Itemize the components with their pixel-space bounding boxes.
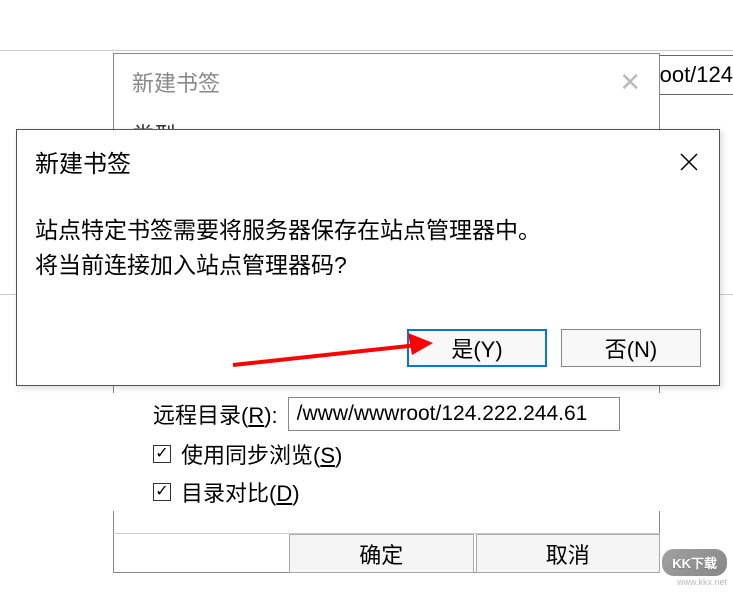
sync-browse-checkbox[interactable]: ✓ (153, 445, 171, 463)
remote-dir-row: 远程目录(R): (113, 393, 660, 435)
watermark-badge: KK下载 (662, 549, 727, 576)
confirm-dialog-header: 新建书签 (17, 130, 719, 189)
remote-dir-label: 远程目录(R): (153, 398, 278, 430)
confirm-dialog-message: 站点特定书签需要将服务器保存在站点管理器中。 将当前连接加入站点管理器码? (17, 189, 719, 282)
cancel-button[interactable]: 取消 (476, 534, 661, 573)
watermark-url: www.kkx.net (662, 577, 727, 587)
no-button[interactable]: 否(N) (561, 329, 701, 367)
dir-compare-row[interactable]: ✓ 目录对比(D) (113, 473, 660, 511)
confirm-dialog-buttons: 是(Y) 否(N) (407, 329, 701, 367)
yes-button[interactable]: 是(Y) (407, 329, 547, 367)
close-icon[interactable]: ✕ (619, 67, 641, 98)
bookmark-settings-panel: 远程目录(R): ✓ 使用同步浏览(S) ✓ 目录对比(D) (113, 393, 660, 511)
close-icon[interactable] (677, 150, 701, 174)
top-right-path-fragment: oot/124 (651, 55, 733, 95)
ok-button[interactable]: 确定 (289, 534, 474, 573)
back-dialog-header: 新建书签 ✕ (114, 54, 659, 110)
confirm-save-site-dialog: 新建书签 站点特定书签需要将服务器保存在站点管理器中。 将当前连接加入站点管理器… (16, 129, 720, 386)
divider-top (0, 50, 733, 51)
sync-browse-row[interactable]: ✓ 使用同步浏览(S) (113, 435, 660, 473)
confirm-dialog-title: 新建书签 (35, 144, 131, 179)
dialog-footer-buttons: 确定 取消 (113, 533, 660, 573)
remote-dir-input[interactable] (288, 397, 620, 431)
sync-browse-label: 使用同步浏览(S) (181, 438, 342, 470)
watermark: KK下载 www.kkx.net (662, 549, 727, 587)
back-dialog-title: 新建书签 (132, 66, 220, 98)
dir-compare-label: 目录对比(D) (181, 476, 300, 508)
dir-compare-checkbox[interactable]: ✓ (153, 483, 171, 501)
